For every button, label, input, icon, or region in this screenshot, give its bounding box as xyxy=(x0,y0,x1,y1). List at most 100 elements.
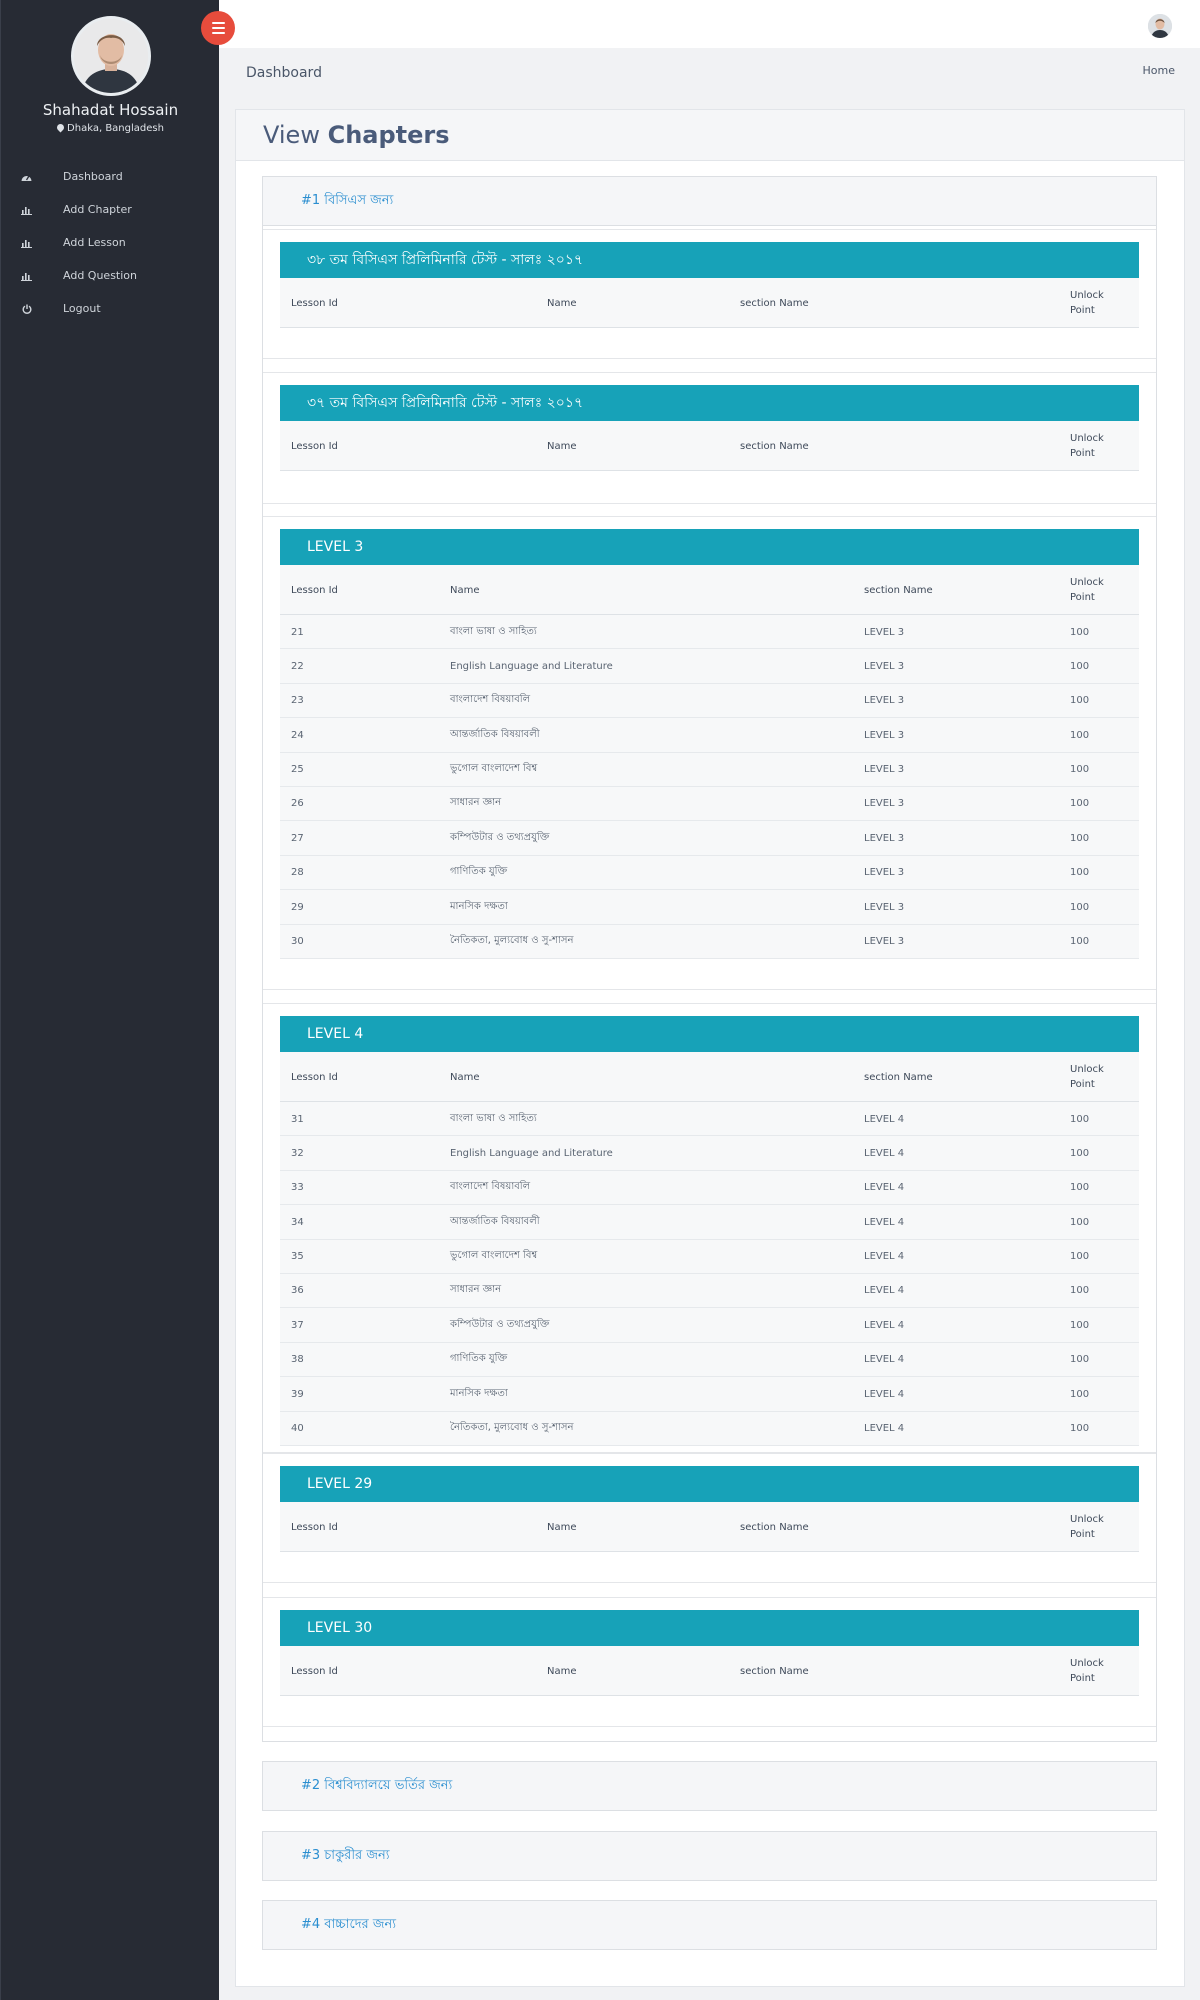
table-cell: 100 xyxy=(1070,1354,1090,1366)
table-cell: LEVEL 4 xyxy=(864,1216,905,1228)
table-row: 32 English Language and Literature LEVEL 4… xyxy=(280,1136,1139,1171)
section-card: ৩৮ তম বিসিএস প্রিলিমিনারি টেস্ট - সালঃ ২… xyxy=(263,229,1156,359)
table-cell: 21 xyxy=(291,626,304,638)
table-cell: বাংলা ভাষা ও সাহিত্য xyxy=(450,625,537,637)
chapter-accordion-header[interactable]: #1 বিসিএস জন্য xyxy=(262,176,1157,226)
user-avatar-button[interactable] xyxy=(1148,14,1172,38)
table-cell: মানসিক দক্ষতা xyxy=(450,1387,508,1399)
section-card: ৩৭ তম বিসিএস প্রিলিমিনারি টেস্ট - সালঃ ২… xyxy=(263,372,1156,504)
sidebar-item-logout[interactable]: Logout xyxy=(1,292,220,325)
table-cell: 32 xyxy=(291,1147,304,1159)
table-cell: মানসিক দক্ষতা xyxy=(450,900,508,912)
table-row: 38 গাণিতিক যুক্তি LEVEL 4 100 xyxy=(280,1343,1139,1378)
column-header: Unlock Point xyxy=(1070,290,1104,316)
chapter-accordion-header[interactable]: #3 চাকুরীর জন্য xyxy=(262,1831,1157,1881)
table-row: 22 English Language and Literature LEVEL 3… xyxy=(280,649,1139,684)
table-cell: LEVEL 4 xyxy=(864,1423,905,1435)
chapter-title: #2 বিশ্ববিদ্যালয়ে ভর্তির জন্য xyxy=(301,1777,453,1793)
table-cell: LEVEL 3 xyxy=(864,660,905,672)
column-header: Name xyxy=(547,1665,577,1677)
table-cell: গাণিতিক যুক্তি xyxy=(450,866,508,878)
table-row: 34 আন্তর্জাতিক বিষয়াবলী LEVEL 4 100 xyxy=(280,1205,1139,1240)
table-row: 24 আন্তর্জাতিক বিষয়াবলী LEVEL 3 100 xyxy=(280,718,1139,753)
table-row: 23 বাংলাদেশ বিষয়াবলি LEVEL 3 100 xyxy=(280,684,1139,719)
table-cell: 100 xyxy=(1070,832,1090,844)
table-row: 25 ভুগোল বাংলাদেশ বিশ্ব LEVEL 3 100 xyxy=(280,753,1139,787)
page-title: View Chapters xyxy=(263,121,450,149)
sidebar-item-add-question[interactable]: Add Question xyxy=(1,259,220,292)
bar-chart-icon xyxy=(21,237,32,248)
section-header: LEVEL 3 xyxy=(280,529,1139,565)
sidebar-item-add-lesson[interactable]: Add Lesson xyxy=(1,226,220,259)
column-header: Lesson Id xyxy=(291,440,338,452)
table-row: 21 বাংলা ভাষা ও সাহিত্য LEVEL 3 100 xyxy=(280,615,1139,650)
sidebar-item-label: Add Chapter xyxy=(63,203,132,216)
chapter-title: #4 বাচ্চাদের জন্য xyxy=(301,1916,396,1932)
sidebar-item-dashboard[interactable]: Dashboard xyxy=(1,160,220,193)
table-row: 37 কম্পিউটার ও তথ্যপ্রযুক্তি LEVEL 4 100 xyxy=(280,1308,1139,1343)
table-cell: LEVEL 4 xyxy=(864,1251,905,1263)
table-header-row: Lesson Id Name section Name Unlock Point xyxy=(280,1502,1139,1552)
menu-toggle-button[interactable] xyxy=(201,11,235,45)
table-row: 35 ভুগোল বাংলাদেশ বিশ্ব LEVEL 4 100 xyxy=(280,1240,1139,1274)
table-row: 36 সাধারন জ্ঞান LEVEL 4 100 xyxy=(280,1274,1139,1309)
column-header: Name xyxy=(450,584,480,596)
avatar xyxy=(71,16,151,96)
column-header: Lesson Id xyxy=(291,584,338,596)
column-header: Lesson Id xyxy=(291,1071,338,1083)
column-header: section Name xyxy=(740,1665,809,1677)
bar-chart-icon xyxy=(21,204,32,215)
table-cell: 100 xyxy=(1070,1423,1090,1435)
sidebar-item-label: Dashboard xyxy=(63,170,123,183)
breadcrumb: Dashboard Home xyxy=(219,48,1200,94)
table-cell: 38 xyxy=(291,1354,304,1366)
table-cell: নৈতিকতা, মুল্যবোধ ও সু-শাসন xyxy=(450,935,574,947)
dashboard-icon xyxy=(21,171,32,182)
table-cell: 100 xyxy=(1070,867,1090,879)
table-cell: বাংলাদেশ বিষয়াবলি xyxy=(450,1181,531,1193)
table-cell: কম্পিউটার ও তথ্যপ্রযুক্তি xyxy=(450,1318,550,1330)
lessons-table: Lesson Id Name section Name Unlock Point … xyxy=(280,565,1139,959)
breadcrumb-home-link[interactable]: Home xyxy=(1143,64,1175,77)
section-card: LEVEL 3 Lesson Id Name section Name Unlo… xyxy=(263,516,1156,990)
table-cell: English Language and Literature xyxy=(450,1147,613,1159)
table-cell: 100 xyxy=(1070,626,1090,638)
table-cell: LEVEL 4 xyxy=(864,1182,905,1194)
table-cell: LEVEL 3 xyxy=(864,729,905,741)
table-cell: সাধারন জ্ঞান xyxy=(450,797,502,809)
table-cell: 22 xyxy=(291,660,304,672)
column-header: Lesson Id xyxy=(291,297,338,309)
table-cell: 26 xyxy=(291,798,304,810)
sidebar-item-label: Add Question xyxy=(63,269,137,282)
section-header: ৩৭ তম বিসিএস প্রিলিমিনারি টেস্ট - সালঃ ২… xyxy=(280,385,1139,421)
table-cell: 29 xyxy=(291,901,304,913)
table-cell: সাধারন জ্ঞান xyxy=(450,1284,502,1296)
table-cell: 28 xyxy=(291,867,304,879)
column-header: section Name xyxy=(740,297,809,309)
table-cell: LEVEL 3 xyxy=(864,798,905,810)
lessons-table: Lesson Id Name section Name Unlock Point xyxy=(280,1646,1139,1696)
table-cell: LEVEL 3 xyxy=(864,901,905,913)
table-cell: বাংলা ভাষা ও সাহিত্য xyxy=(450,1112,537,1124)
table-cell: 31 xyxy=(291,1113,304,1125)
table-cell: 100 xyxy=(1070,729,1090,741)
table-cell: আন্তর্জাতিক বিষয়াবলী xyxy=(450,728,540,740)
table-row: 33 বাংলাদেশ বিষয়াবলি LEVEL 4 100 xyxy=(280,1171,1139,1206)
power-icon xyxy=(21,303,32,314)
table-row: 26 সাধারন জ্ঞান LEVEL 3 100 xyxy=(280,787,1139,822)
table-cell: আন্তর্জাতিক বিষয়াবলী xyxy=(450,1215,540,1227)
table-cell: 30 xyxy=(291,936,304,948)
lessons-table: Lesson Id Name section Name Unlock Point … xyxy=(280,1052,1139,1446)
chapter-accordion-header[interactable]: #4 বাচ্চাদের জন্য xyxy=(262,1900,1157,1950)
chapter-accordion-header[interactable]: #2 বিশ্ববিদ্যালয়ে ভর্তির জন্য xyxy=(262,1761,1157,1811)
section-card: LEVEL 30 Lesson Id Name section Name Unl… xyxy=(263,1597,1156,1727)
table-row: 31 বাংলা ভাষা ও সাহিত্য LEVEL 4 100 xyxy=(280,1102,1139,1137)
bar-chart-icon xyxy=(21,270,32,281)
sidebar-item-add-chapter[interactable]: Add Chapter xyxy=(1,193,220,226)
chapter-title: #3 চাকুরীর জন্য xyxy=(301,1847,390,1863)
table-cell: 100 xyxy=(1070,764,1090,776)
table-cell: বাংলাদেশ বিষয়াবলি xyxy=(450,694,531,706)
table-header-row: Lesson Id Name section Name Unlock Point xyxy=(280,421,1139,471)
table-cell: 100 xyxy=(1070,660,1090,672)
table-cell: 27 xyxy=(291,832,304,844)
